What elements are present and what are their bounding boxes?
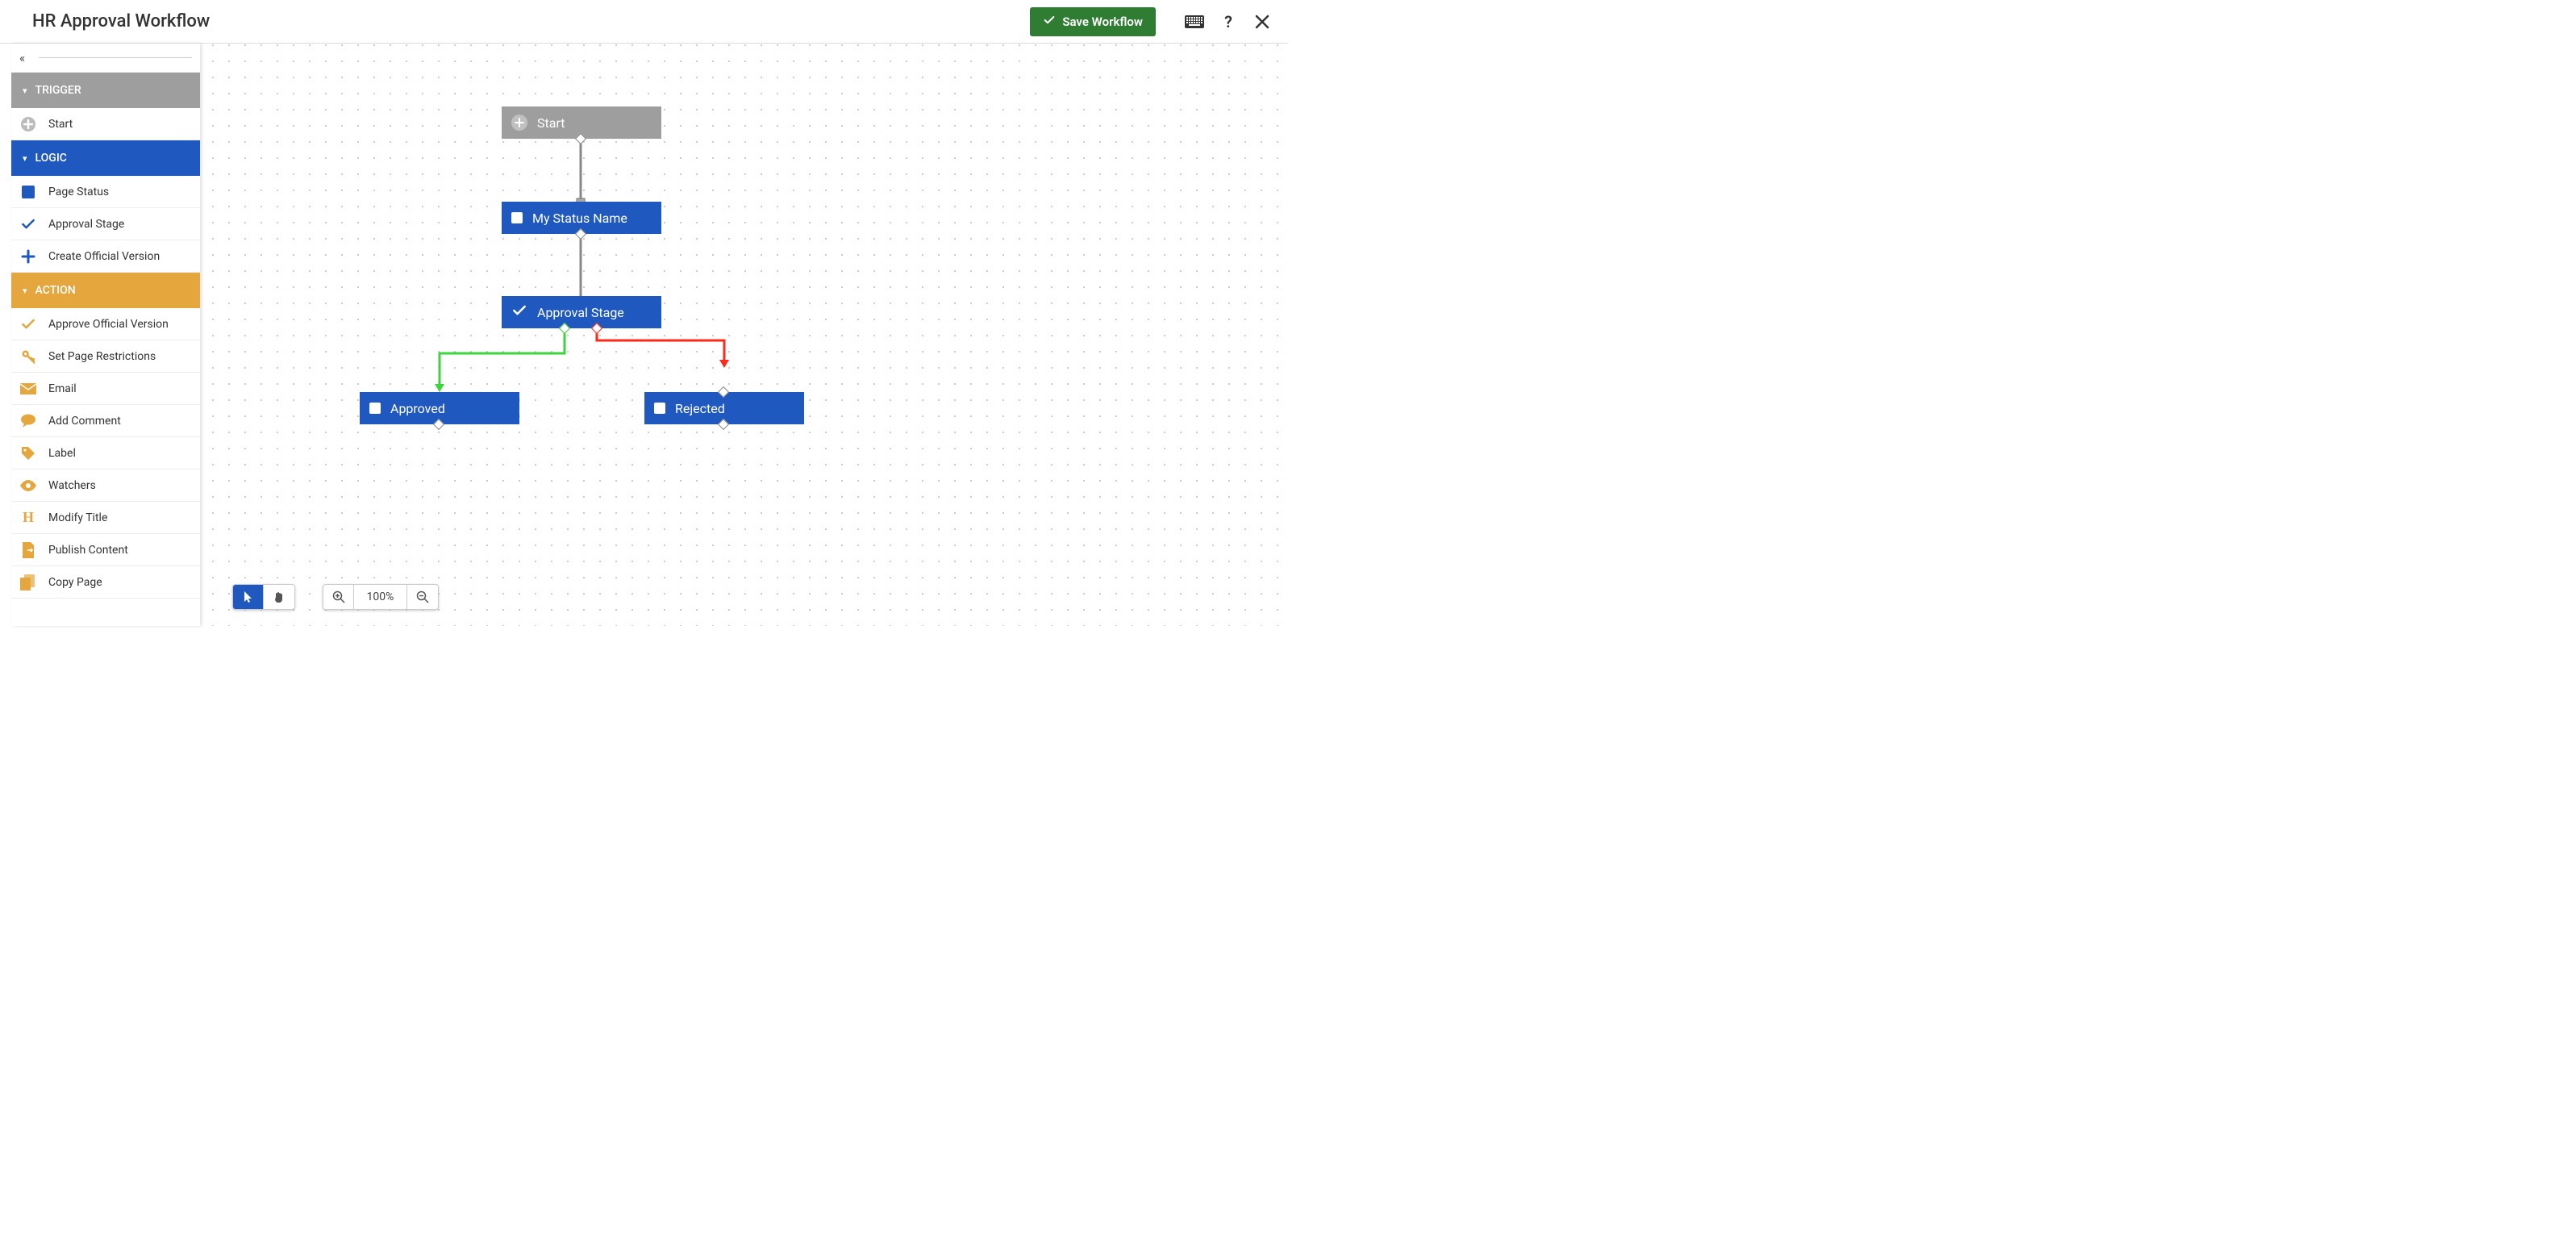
check-icon	[19, 315, 37, 333]
comment-icon	[19, 412, 37, 430]
sidebar-item-modify-title[interactable]: H Modify Title	[11, 502, 200, 534]
sidebar-item-label[interactable]: Label	[11, 437, 200, 470]
sidebar-item-approve-official-version[interactable]: Approve Official Version	[11, 308, 200, 340]
sidebar-item-page-status[interactable]: Page Status	[11, 176, 200, 208]
node-label: Approved	[390, 401, 445, 416]
sidebar-item-create-official-version[interactable]: Create Official Version	[11, 240, 200, 273]
chevron-down-icon: ▾	[23, 86, 27, 96]
keyboard-shortcuts-icon[interactable]	[1185, 12, 1204, 31]
sidebar-item-set-page-restrictions[interactable]: Set Page Restrictions	[11, 340, 200, 373]
key-icon	[19, 348, 37, 365]
sidebar-collapse-button[interactable]: «	[19, 51, 23, 65]
file-export-icon	[19, 541, 37, 559]
hand-tool-button[interactable]	[264, 585, 294, 609]
save-label: Save Workflow	[1062, 15, 1143, 29]
zoom-out-button[interactable]	[407, 585, 438, 609]
square-icon	[19, 183, 37, 201]
node-label: Approval Stage	[537, 305, 624, 320]
sidebar-collapse-row: «	[11, 44, 200, 73]
sidebar-item-label: Publish Content	[48, 544, 128, 557]
sidebar-search-line	[39, 57, 192, 58]
sidebar: « ▾ TRIGGER Start ▾ LOGIC Page Status Ap…	[11, 44, 200, 626]
node-label: My Status Name	[532, 211, 627, 226]
sidebar-item-label: Start	[48, 118, 73, 131]
sidebar-item-watchers[interactable]: Watchers	[11, 470, 200, 502]
sidebar-item-publish-content[interactable]: Publish Content	[11, 534, 200, 566]
section-label: TRIGGER	[35, 84, 81, 97]
sidebar-item-label: Create Official Version	[48, 250, 160, 263]
sidebar-item-approval-stage[interactable]: Approval Stage	[11, 208, 200, 240]
eye-icon	[19, 477, 37, 495]
tag-icon	[19, 444, 37, 462]
check-icon	[511, 303, 527, 322]
sidebar-item-start[interactable]: Start	[11, 108, 200, 140]
node-approved[interactable]: Approved	[360, 392, 519, 424]
plus-icon	[19, 248, 37, 265]
sidebar-item-add-comment[interactable]: Add Comment	[11, 405, 200, 437]
section-label: LOGIC	[35, 152, 67, 165]
save-workflow-button[interactable]: Save Workflow	[1030, 7, 1156, 36]
check-icon	[1043, 14, 1056, 30]
plus-circle-icon	[511, 115, 527, 131]
sidebar-item-label: Modify Title	[48, 511, 107, 524]
canvas[interactable]: Start My Status Name Approval Stage Appr…	[200, 44, 1288, 626]
sidebar-item-label: Approve Official Version	[48, 318, 169, 331]
plus-circle-icon	[19, 115, 37, 133]
page-title: HR Approval Workflow	[32, 11, 210, 31]
square-icon	[369, 403, 381, 414]
sidebar-item-label: Add Comment	[48, 415, 121, 428]
edges-layer	[200, 44, 1288, 626]
section-header-logic[interactable]: ▾ LOGIC	[11, 140, 200, 176]
section-header-trigger[interactable]: ▾ TRIGGER	[11, 73, 200, 108]
heading-icon: H	[19, 509, 37, 527]
section-label: ACTION	[35, 284, 76, 297]
node-rejected[interactable]: Rejected	[644, 392, 804, 424]
pointer-tool-button[interactable]	[233, 585, 264, 609]
check-icon	[19, 215, 37, 233]
square-icon	[654, 403, 665, 414]
help-icon[interactable]: ?	[1219, 12, 1238, 31]
zoom-level: 100%	[354, 585, 407, 609]
node-start[interactable]: Start	[502, 106, 661, 139]
node-label: Start	[537, 115, 565, 131]
sidebar-item-label: Approval Stage	[48, 218, 124, 231]
sidebar-item-label: Watchers	[48, 479, 96, 492]
sidebar-item-label-text: Label	[48, 447, 76, 460]
envelope-icon	[19, 380, 37, 398]
sidebar-item-label: Copy Page	[48, 576, 102, 589]
node-my-status-name[interactable]: My Status Name	[502, 202, 661, 234]
zoom-tool-group: 100%	[323, 584, 439, 610]
sidebar-item-label: Set Page Restrictions	[48, 350, 156, 363]
sidebar-item-email[interactable]: Email	[11, 373, 200, 405]
close-icon[interactable]	[1253, 12, 1272, 31]
cursor-tool-group	[232, 584, 295, 610]
section-header-action[interactable]: ▾ ACTION	[11, 273, 200, 308]
sidebar-item-label: Email	[48, 382, 77, 395]
node-label: Rejected	[675, 401, 725, 416]
header: HR Approval Workflow Save Workflow ?	[0, 0, 1288, 44]
chevron-down-icon: ▾	[23, 153, 27, 164]
zoom-in-button[interactable]	[323, 585, 354, 609]
square-icon	[511, 212, 523, 223]
node-approval-stage[interactable]: Approval Stage	[502, 296, 661, 328]
sidebar-item-label: Page Status	[48, 186, 109, 198]
copy-icon	[19, 574, 37, 591]
sidebar-item-copy-page[interactable]: Copy Page	[11, 566, 200, 599]
chevron-down-icon: ▾	[23, 286, 27, 296]
